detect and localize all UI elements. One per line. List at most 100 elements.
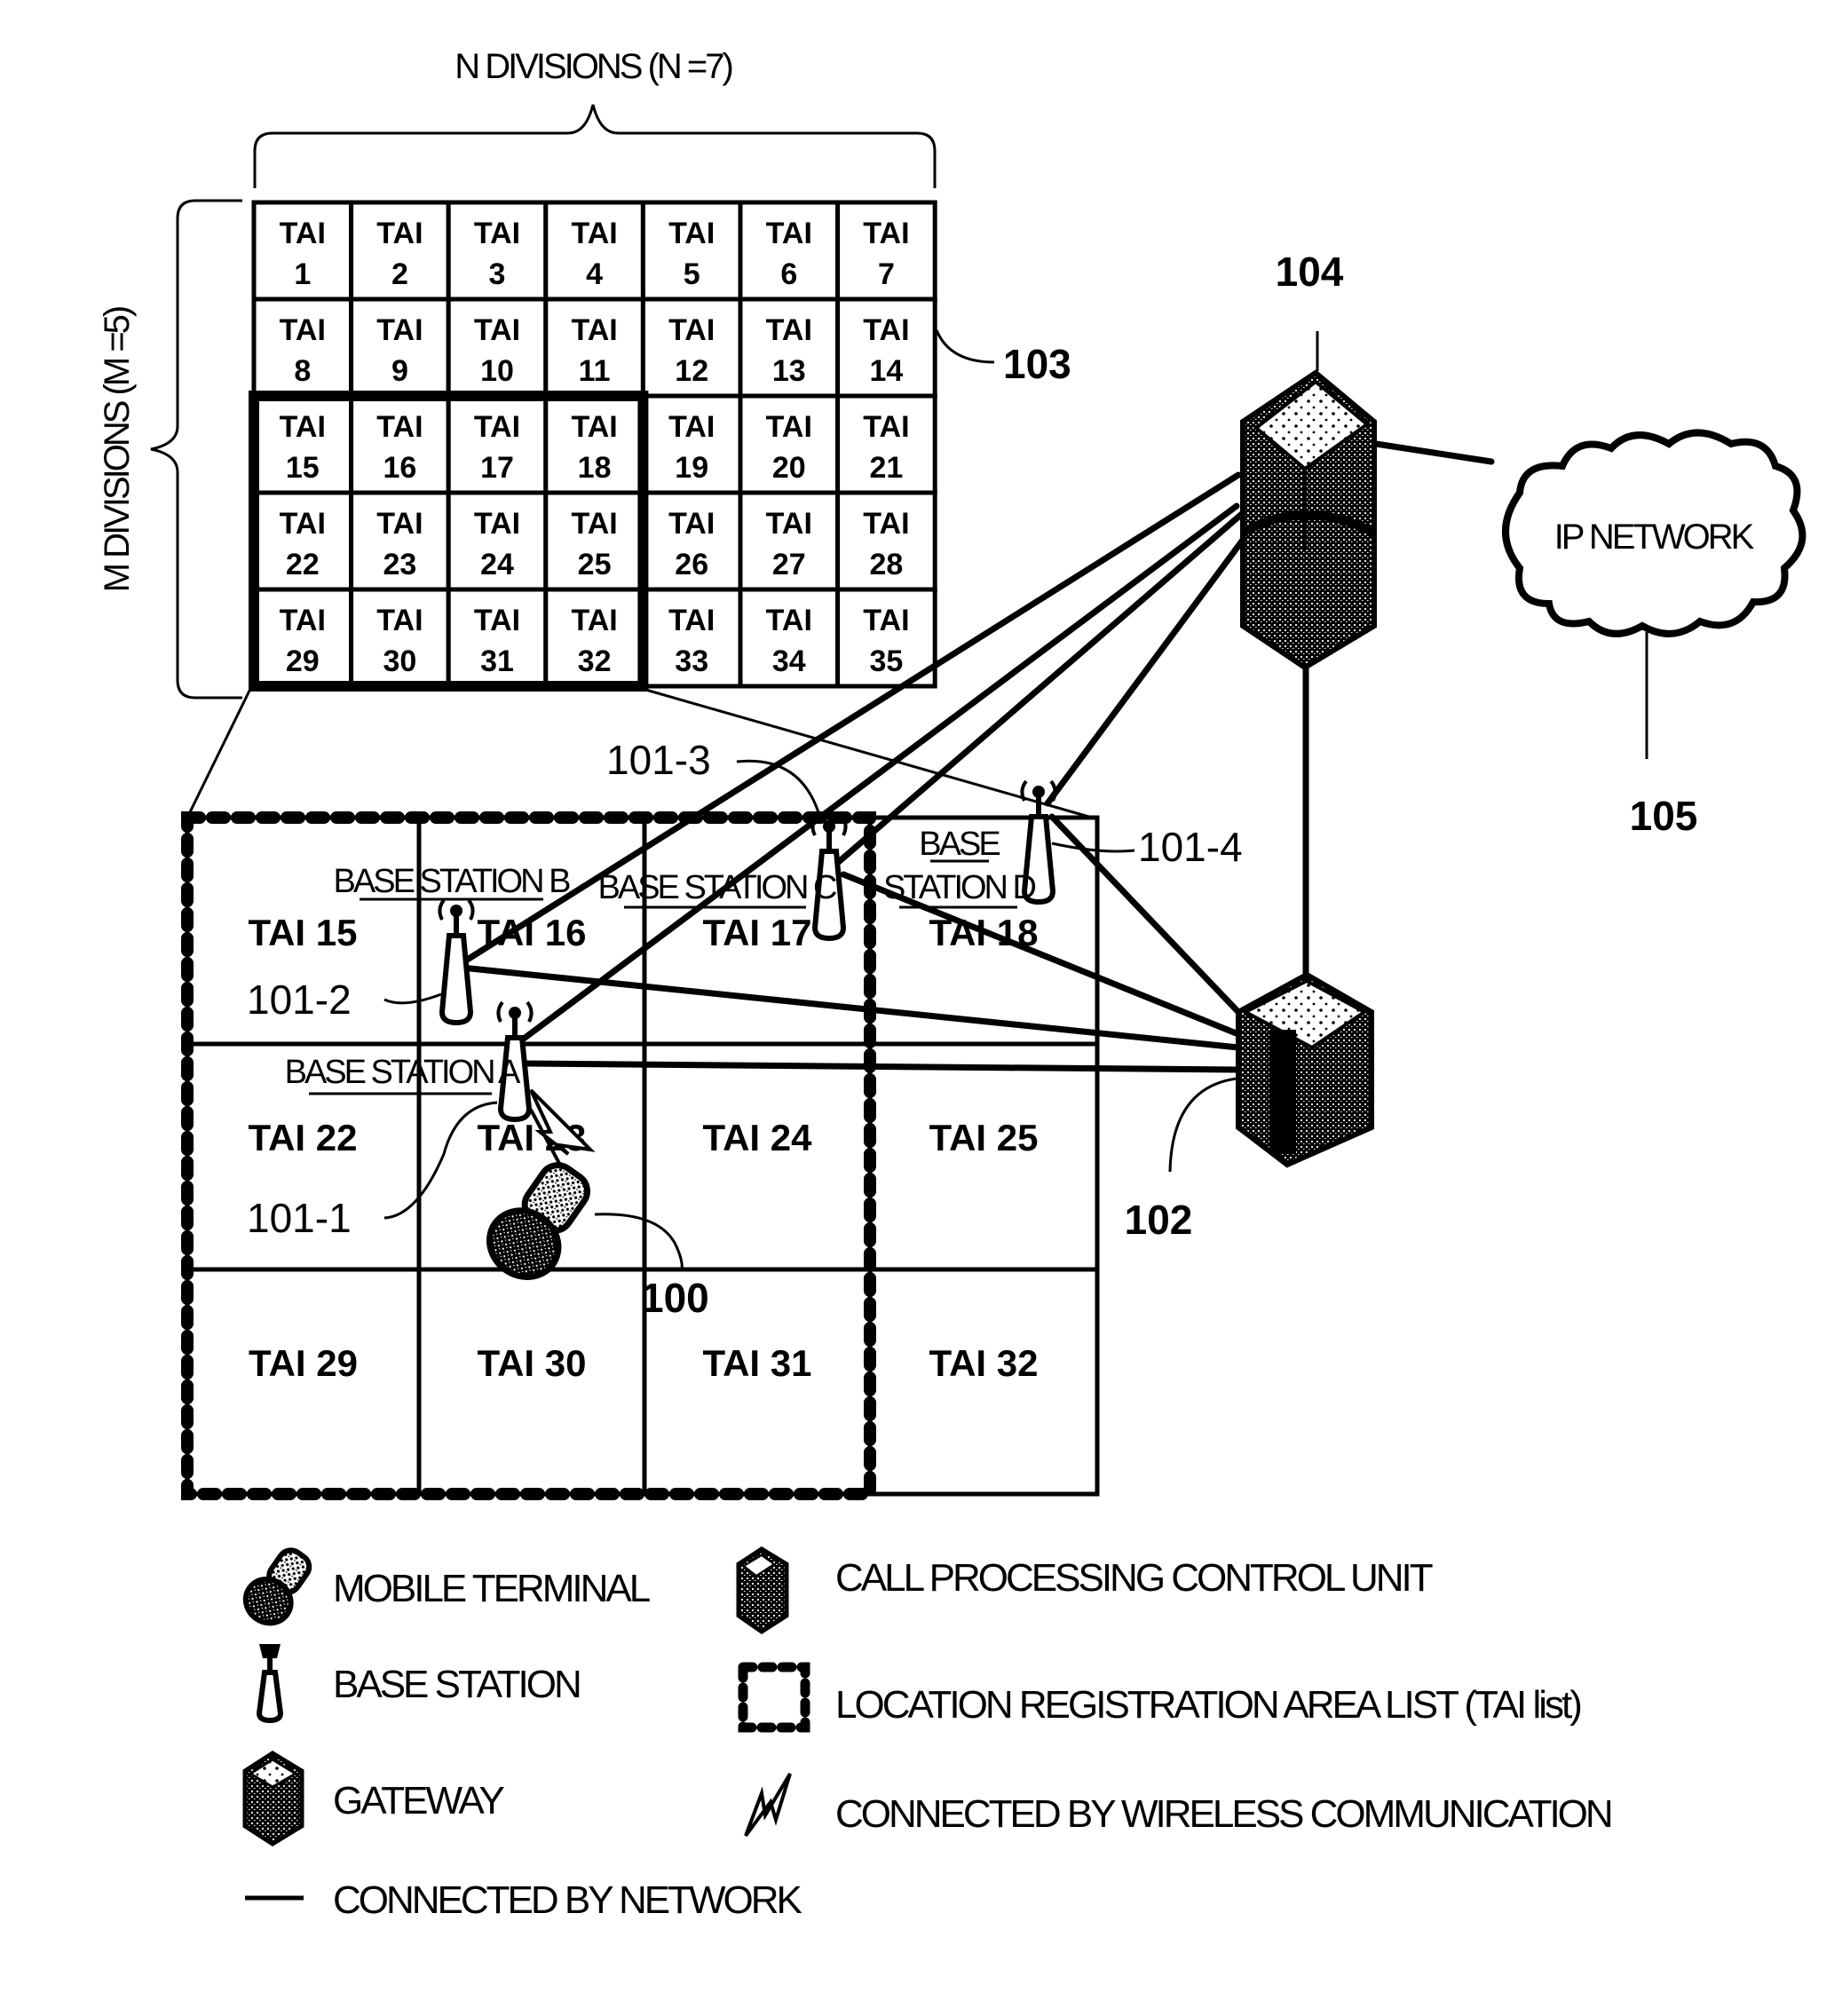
top-grid-cell-prefix: TAI: [280, 217, 326, 250]
ref-101-4-leader: [1051, 842, 1135, 853]
dashed-box-icon: [738, 1662, 810, 1733]
top-grid-cell-prefix: TAI: [766, 507, 812, 541]
top-grid-cell-prefix: TAI: [376, 313, 423, 347]
ip-network[interactable]: IP NETWORK: [1502, 429, 1806, 637]
ref-101-1: 101-1: [247, 1195, 352, 1241]
base-station-b[interactable]: [438, 898, 475, 1026]
legend-label-base-station: BASE STATION: [333, 1663, 580, 1706]
top-grid-cell-number: 8: [294, 354, 311, 388]
top-grid-cell-prefix: TAI: [280, 410, 326, 444]
top-grid-cell-prefix: TAI: [668, 604, 715, 637]
ref-102: 102: [1125, 1197, 1193, 1243]
top-grid-cell-number: 26: [675, 548, 708, 581]
top-grid-cell-number: 14: [869, 354, 903, 388]
lower-grid-cell-label: TAI 32: [929, 1342, 1039, 1384]
top-grid-cell-number: 16: [383, 451, 416, 485]
top-grid-cell-number: 30: [383, 644, 416, 678]
top-grid-cell-prefix: TAI: [766, 217, 812, 250]
call-processing-unit-icon: [1236, 971, 1374, 1168]
top-grid-cell-number: 4: [586, 257, 603, 291]
top-grid-cell-prefix: TAI: [280, 507, 326, 541]
call-processing-unit[interactable]: [1236, 971, 1374, 1168]
top-grid-cell-prefix: TAI: [766, 410, 812, 444]
top-grid-cell-number: 23: [383, 548, 416, 581]
ref-104: 104: [1276, 249, 1344, 295]
legend-item-base-station: [256, 1644, 284, 1724]
top-grid-cell-prefix: TAI: [863, 507, 909, 541]
top-grid-cell-number: 28: [869, 548, 903, 581]
ref-103: 103: [1003, 341, 1071, 387]
legend-label-gateway: GATEWAY: [333, 1779, 505, 1822]
call-processing-unit-icon: [736, 1546, 789, 1635]
legend-item-tai-list: [738, 1662, 810, 1733]
top-grid-cell-number: 20: [772, 451, 806, 485]
lower-grid-cell-label: TAI 31: [703, 1342, 812, 1384]
legend-item-mobile-terminal: [242, 1547, 312, 1626]
top-grid-cell-prefix: TAI: [474, 313, 520, 347]
top-grid-cell-number: 29: [286, 644, 320, 678]
top-grid-cell-prefix: TAI: [668, 217, 715, 250]
ref-100-leader: [594, 1213, 684, 1272]
top-grid-cell-prefix: TAI: [571, 217, 617, 250]
top-grid-cell-prefix: TAI: [280, 313, 326, 347]
top-grid-cell-prefix: TAI: [863, 217, 909, 250]
top-grid-cell-prefix: TAI: [280, 604, 326, 637]
top-grid-cell-prefix: TAI: [376, 410, 423, 444]
top-grid-cell-number: 24: [480, 548, 514, 581]
top-grid-cell-number: 34: [772, 644, 806, 678]
m-divisions-brace: [150, 199, 242, 700]
top-grid: TAI 1 TAI 2 TAI 3 TAI 4 TAI 5 TAI 6 TAI 7 TAI 8 TAI 9 TAI 1…: [249, 200, 937, 692]
top-grid-cell-prefix: TAI: [766, 313, 812, 347]
top-grid-cell-prefix: TAI: [376, 604, 423, 637]
top-grid-cell-number: 27: [772, 548, 806, 581]
lower-grid-cell-label: TAI 30: [478, 1342, 587, 1384]
top-grid-cell-prefix: TAI: [766, 604, 812, 637]
base-station-d-label-line2: STATION D: [883, 869, 1036, 906]
lower-grid-cell-label: TAI 24: [703, 1117, 813, 1158]
n-divisions-label: N DIVISIONS (N =7): [455, 47, 731, 86]
gateway-icon: [242, 1751, 304, 1846]
projection-line-left: [186, 688, 252, 818]
top-grid-cell-prefix: TAI: [474, 217, 520, 250]
top-grid-cell-number: 6: [780, 257, 797, 291]
legend-label-network: CONNECTED BY NETWORK: [333, 1878, 802, 1922]
top-grid-cell-prefix: TAI: [376, 217, 423, 250]
ref-102-leader: [1168, 1077, 1237, 1173]
ref-101-4: 101-4: [1138, 824, 1243, 870]
base-station-c-label: BASE STATION C: [598, 869, 837, 906]
top-grid-cell-prefix: TAI: [474, 604, 520, 637]
gateway[interactable]: [1240, 369, 1377, 671]
top-grid-cell-prefix: TAI: [668, 410, 715, 444]
top-grid-cell-prefix: TAI: [474, 507, 520, 541]
legend-item-gateway: [242, 1751, 304, 1846]
link-gateway-ip: [1372, 440, 1495, 465]
link-cpu-bs-a: [520, 1060, 1242, 1073]
top-grid-cell-prefix: TAI: [376, 507, 423, 541]
top-grid-cell-number: 25: [578, 548, 612, 581]
top-grid-cell-number: 21: [869, 451, 903, 485]
lower-grid-cell-label: TAI 29: [249, 1342, 358, 1384]
top-grid-cell-number: 17: [480, 451, 514, 485]
lower-grid-cell-label: TAI 15: [249, 912, 358, 953]
top-grid-cell-number: 22: [286, 548, 320, 581]
top-grid-cell-prefix: TAI: [863, 410, 909, 444]
ref-101-2: 101-2: [247, 976, 352, 1023]
network-diagram: N DIVISIONS (N =7) M DIVISIONS (M =5) TA…: [98, 47, 1806, 1922]
legend-label-wireless: CONNECTED BY WIRELESS COMMUNICATION: [835, 1792, 1611, 1836]
lower-grid-cell-label: TAI 22: [249, 1117, 358, 1158]
top-grid-cell-prefix: TAI: [474, 410, 520, 444]
link-gateway-bs-d: [1044, 518, 1260, 807]
top-grid-cell-number: 32: [578, 644, 612, 678]
legend-item-wireless: [744, 1772, 792, 1838]
legend-label-tai-list: LOCATION REGISTRATION AREA LIST (TAI lis…: [835, 1683, 1580, 1727]
base-station-d-label-line1: BASE: [919, 826, 1000, 863]
top-grid-cell-number: 33: [675, 644, 708, 678]
top-grid-cell-number: 2: [391, 257, 408, 291]
top-grid-cell-prefix: TAI: [863, 604, 909, 637]
top-grid-cell-number: 7: [878, 257, 895, 291]
top-grid-cell-prefix: TAI: [571, 604, 617, 637]
top-grid-cell-number: 5: [684, 257, 700, 291]
legend-label-call-processing: CALL PROCESSING CONTROL UNIT: [835, 1556, 1433, 1600]
top-grid-cell-number: 10: [480, 354, 514, 388]
base-station-b-label: BASE STATION B: [334, 863, 571, 900]
